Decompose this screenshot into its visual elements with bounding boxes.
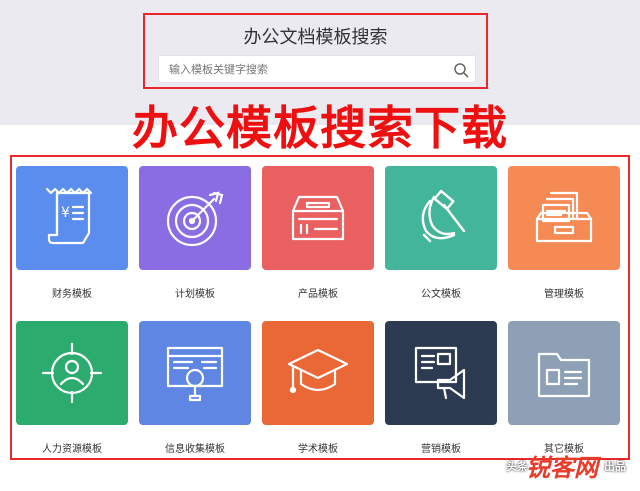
graduation-cap-icon bbox=[287, 348, 349, 394]
category-label-product: 产品模板 bbox=[298, 289, 338, 300]
category-tile-plan[interactable] bbox=[139, 166, 251, 270]
category-tile-official[interactable] bbox=[385, 166, 497, 270]
folder-icon bbox=[537, 352, 591, 398]
search-title: 办公文档模板搜索 bbox=[243, 27, 388, 48]
search-icon[interactable] bbox=[453, 62, 469, 78]
category-label-academic: 学术模板 bbox=[298, 444, 338, 455]
category-label-management: 管理模板 bbox=[544, 289, 584, 300]
watermark-suffix: 出品 bbox=[604, 460, 626, 473]
category-label-official: 公文模板 bbox=[421, 289, 461, 300]
product-box-icon bbox=[291, 195, 345, 241]
search-input[interactable] bbox=[158, 55, 476, 83]
person-target-icon bbox=[41, 342, 103, 404]
hammer-sickle-icon bbox=[421, 189, 466, 243]
category-tile-management[interactable] bbox=[508, 166, 620, 270]
search-panel: 办公文档模板搜索 bbox=[143, 13, 488, 89]
receipt-icon: ¥ bbox=[45, 187, 93, 245]
watermark-prefix: 头条 bbox=[506, 460, 528, 473]
banner-title: 办公模板搜索下载 bbox=[132, 101, 508, 155]
category-tile-info[interactable] bbox=[139, 321, 251, 425]
megaphone-icon bbox=[414, 346, 466, 400]
category-label-hr: 人力资源模板 bbox=[42, 444, 102, 455]
category-label-plan: 计划模板 bbox=[175, 289, 215, 300]
browser-search-icon bbox=[166, 346, 224, 402]
category-tile-hr[interactable] bbox=[16, 321, 128, 425]
category-tile-academic[interactable] bbox=[262, 321, 374, 425]
category-label-info: 信息收集模板 bbox=[165, 444, 225, 455]
category-label-finance: 财务模板 bbox=[52, 289, 92, 300]
category-tile-finance[interactable]: ¥ bbox=[16, 166, 128, 270]
category-label-marketing: 营销模板 bbox=[421, 444, 461, 455]
category-tile-marketing[interactable] bbox=[385, 321, 497, 425]
category-tile-other[interactable] bbox=[508, 321, 620, 425]
category-tile-product[interactable] bbox=[262, 166, 374, 270]
target-icon bbox=[166, 191, 224, 247]
file-tray-icon bbox=[535, 191, 593, 243]
watermark: 头条 锐客网 @锐 出品 bbox=[506, 448, 636, 482]
svg-text:¥: ¥ bbox=[61, 205, 70, 221]
